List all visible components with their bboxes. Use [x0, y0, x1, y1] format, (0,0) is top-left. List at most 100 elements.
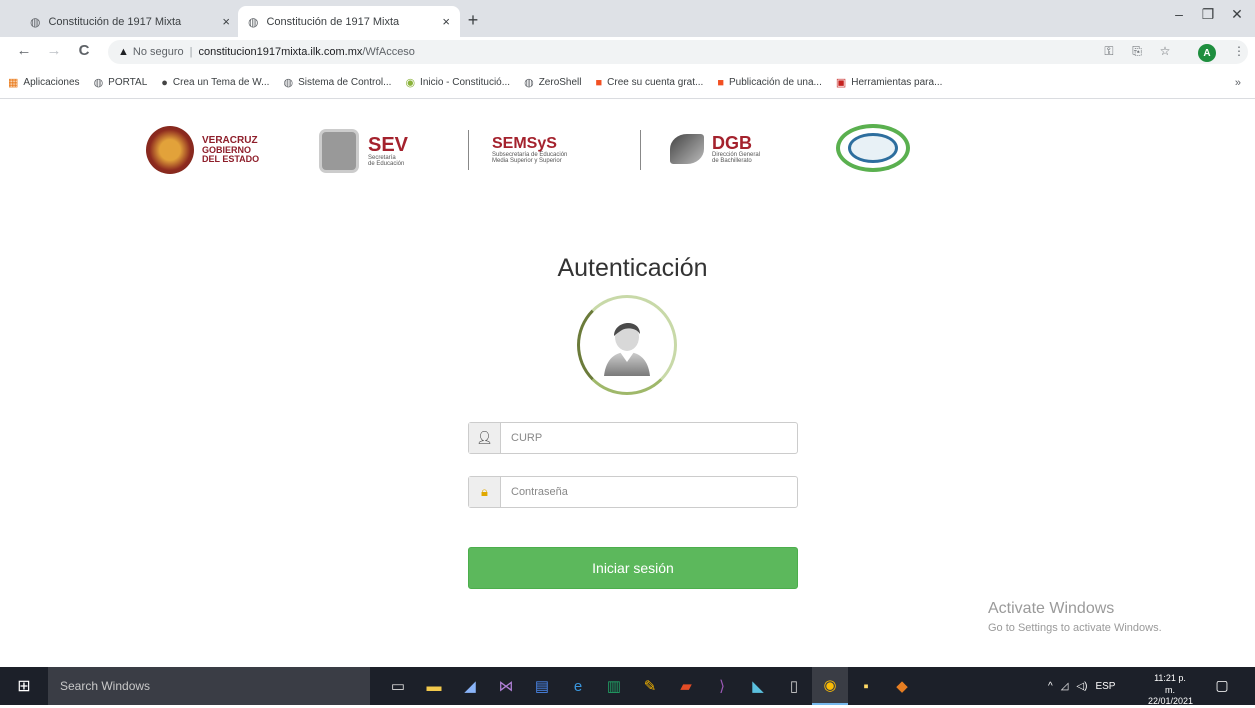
- browser-tab-1[interactable]: ◍ Constitución de 1917 Mixta ×: [20, 6, 240, 37]
- lock-icon: 🔒︎: [469, 477, 501, 507]
- bookmark-label: Sistema de Control...: [298, 77, 392, 88]
- veracruz-line3: DEL ESTADO: [202, 154, 260, 164]
- sticky-notes-icon[interactable]: ▪: [848, 667, 884, 705]
- bookmark-item[interactable]: ▦ Aplicaciones: [8, 76, 80, 89]
- file-explorer-icon[interactable]: ▬: [416, 667, 452, 705]
- user-icon: 👤︎: [469, 423, 501, 453]
- bookmark-item[interactable]: ● Crea un Tema de W...: [161, 77, 269, 89]
- watermark-title: Activate Windows: [988, 600, 1115, 617]
- wp-icon: ●: [161, 76, 168, 89]
- star-icon[interactable]: ☆: [1156, 44, 1174, 58]
- login-button[interactable]: Iniciar sesión: [468, 547, 798, 589]
- network-icon[interactable]: ◿: [1061, 681, 1069, 692]
- menu-dots-icon[interactable]: ⋮: [1230, 44, 1248, 58]
- profile-avatar[interactable]: A: [1198, 44, 1216, 62]
- bookmark-item[interactable]: ◍ Sistema de Control...: [283, 76, 391, 89]
- chrome-icon[interactable]: ◉: [812, 667, 848, 705]
- maximize-button[interactable]: ❐: [1193, 6, 1223, 23]
- app-icon[interactable]: ✎: [632, 667, 668, 705]
- bookmark-item[interactable]: ◍ ZeroShell: [524, 76, 581, 89]
- windows-start-icon[interactable]: ⊞: [14, 676, 34, 696]
- more-bookmarks-icon[interactable]: »: [1235, 77, 1241, 89]
- globe-icon: ◍: [93, 77, 104, 89]
- taskbar-search[interactable]: Search Windows: [48, 667, 370, 705]
- app-icon[interactable]: ◆: [884, 667, 920, 705]
- close-tab-icon[interactable]: ×: [222, 14, 230, 29]
- bookmarks-bar: ▦ Aplicaciones ◍ PORTAL ● Crea un Tema de W..…: [0, 67, 1255, 99]
- browser-tab-2-active[interactable]: ◍ Constitución de 1917 Mixta ×: [238, 6, 460, 37]
- edge-icon[interactable]: e: [560, 667, 596, 705]
- system-tray: ^ ◿ ◁) ESP: [1048, 667, 1123, 705]
- taskbar-clock[interactable]: 11:21 p. m. 22/01/2021: [1148, 673, 1194, 708]
- bookmark-label: Aplicaciones: [23, 77, 80, 88]
- app-icon[interactable]: ◣: [740, 667, 776, 705]
- user-avatar-icon: [604, 322, 650, 376]
- minimize-button[interactable]: –: [1164, 6, 1194, 22]
- close-tab-icon[interactable]: ×: [442, 14, 450, 29]
- bookmark-item[interactable]: ■ Publicación de una...: [717, 77, 822, 89]
- visual-studio-code-icon[interactable]: ⟩: [704, 667, 740, 705]
- globe-icon: ◍: [524, 77, 534, 89]
- logo-divider: [640, 130, 641, 170]
- browser-tab-strip: ◍ Constitución de 1917 Mixta × ◍ Constit…: [0, 0, 1255, 37]
- bookmark-item[interactable]: ■ Cree su cuenta grat...: [596, 77, 704, 89]
- word-icon[interactable]: ▤: [524, 667, 560, 705]
- bookmark-item[interactable]: ◉ Inicio - Constitució...: [405, 76, 510, 89]
- institution-logos: VERACRUZ GOBIERNO DEL ESTADO SEV Secreta…: [140, 118, 920, 182]
- curp-input[interactable]: [501, 423, 797, 453]
- translate-icon[interactable]: ⎘: [1128, 44, 1146, 59]
- dgb-line2: de Bachillerato: [712, 158, 752, 164]
- sev-logo: SEV Secretaría de Educación: [322, 132, 408, 170]
- language-indicator[interactable]: ESP: [1095, 681, 1115, 692]
- notifications-icon[interactable]: ▢: [1210, 677, 1234, 694]
- green-seal-logo: [836, 124, 910, 172]
- sev-building-icon: [322, 132, 356, 170]
- dgb-logo: DGB Dirección General de Bachillerato: [670, 134, 760, 164]
- task-view-icon[interactable]: ▭: [380, 667, 416, 705]
- veracruz-logo: VERACRUZ GOBIERNO DEL ESTADO: [146, 126, 259, 174]
- new-tab-button[interactable]: +: [462, 10, 484, 31]
- microsoft-icon: ■: [595, 76, 603, 89]
- close-window-button[interactable]: ✕: [1222, 6, 1252, 23]
- url-domain: constitucion1917mixta.ilk.com.mx: [198, 46, 363, 58]
- tab-title: Constitución de 1917 Mixta: [48, 15, 182, 28]
- logo-divider: [468, 130, 469, 170]
- bookmark-label: Publicación de una...: [729, 77, 822, 88]
- key-icon[interactable]: ⚿: [1100, 44, 1118, 59]
- curp-field: 👤︎: [468, 422, 798, 454]
- bookmark-item[interactable]: ◍ PORTAL: [94, 76, 148, 89]
- address-separator: |: [189, 46, 193, 58]
- windows-taskbar: ⊞ Search Windows ▭ ▬ ◢ ⋈ ▤ e ▥ ✎ ▰ ⟩ ◣ ▯…: [0, 667, 1255, 708]
- show-hidden-icons-icon[interactable]: ^: [1048, 681, 1053, 692]
- semsys-logo: SEMSyS Subsecretaría de Educación Media …: [492, 135, 567, 165]
- security-label: No seguro: [132, 46, 184, 58]
- warning-icon[interactable]: ▲: [118, 46, 129, 58]
- app-icon[interactable]: ▰: [668, 667, 704, 705]
- semsys-line2: Media Superior y Superior: [492, 158, 562, 164]
- apps-grid-icon: ▦: [8, 77, 19, 89]
- reload-button[interactable]: C: [74, 42, 94, 59]
- url-text: constitucion1917mixta.ilk.com.mx/WfAcces…: [199, 46, 415, 58]
- sev-name: SEV: [368, 134, 409, 156]
- document-icon[interactable]: ▯: [776, 667, 812, 705]
- user-avatar: [577, 295, 677, 395]
- browser-toolbar: ← → C ▲ No seguro | constitucion1917mixt…: [0, 37, 1255, 67]
- page-title: Autenticación: [557, 254, 708, 282]
- back-button[interactable]: ←: [14, 42, 34, 59]
- bookmark-label: Crea un Tema de W...: [172, 77, 270, 88]
- tab-title: Constitución de 1917 Mixta: [266, 15, 400, 28]
- forward-button[interactable]: →: [44, 42, 64, 59]
- clock-date: 22/01/2021: [1148, 696, 1194, 707]
- app-icon[interactable]: ◢: [452, 667, 488, 705]
- excel-icon[interactable]: ▥: [596, 667, 632, 705]
- bookmark-item[interactable]: ▣ Herramientas para...: [836, 76, 943, 89]
- taskbar-apps: ▭ ▬ ◢ ⋈ ▤ e ▥ ✎ ▰ ⟩ ◣ ▯ ◉ ▪ ◆: [380, 667, 920, 705]
- volume-icon[interactable]: ◁): [1076, 681, 1087, 692]
- site-favicon-icon: ◍: [30, 14, 41, 29]
- visual-studio-icon[interactable]: ⋈: [488, 667, 524, 705]
- address-bar[interactable]: ▲ No seguro | constitucion1917mixta.ilk.…: [108, 40, 1248, 64]
- password-input[interactable]: [501, 477, 797, 507]
- bookmark-label: PORTAL: [108, 77, 148, 88]
- dgb-name: DGB: [712, 133, 752, 153]
- semsys-name: SEMSyS: [492, 135, 557, 152]
